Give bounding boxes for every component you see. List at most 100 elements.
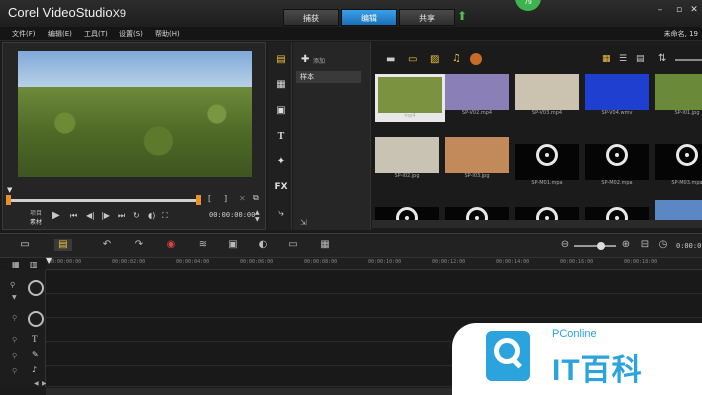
show-video-icon[interactable]: ▭ (408, 54, 417, 65)
menu-tools[interactable]: 工具(T) (84, 29, 108, 39)
tab-capture[interactable]: 捕获 (283, 9, 339, 26)
upload-arrow-icon[interactable]: ⬆ (456, 10, 468, 23)
media-icon[interactable]: ▤ (274, 53, 288, 66)
add-folder-icon[interactable]: ✚ (301, 54, 309, 65)
overlay-track[interactable] (46, 295, 702, 318)
folder-sample[interactable]: 样本 (296, 71, 361, 83)
timeline-ruler[interactable]: 00:00:00:00 00:00:02:00 00:00:04:00 00:00:0… (46, 258, 702, 270)
browse-icon[interactable]: ⇲ (300, 218, 307, 227)
playhead-icon[interactable]: ▼ (46, 256, 52, 265)
thumbnail-view-icon[interactable]: ▦ (602, 54, 611, 64)
library-item[interactable]: SP-M02.mpa (585, 137, 649, 186)
auto-music-icon[interactable]: ▣ (226, 239, 240, 251)
multi-camera-icon[interactable]: ▦ (318, 239, 332, 251)
audio-thumbnail (515, 207, 579, 220)
library-item[interactable]: SP-I02.jpg (375, 137, 439, 179)
more-icon[interactable] (470, 53, 482, 65)
template-icon[interactable]: ▣ (274, 104, 288, 117)
library-scrollbar[interactable] (372, 220, 702, 228)
import-folder-icon[interactable]: ▬ (386, 54, 395, 65)
instant-project-icon[interactable]: ▦ (274, 78, 288, 91)
fullscreen-icon[interactable]: ⛶ (162, 211, 168, 221)
storyboard-view-icon[interactable]: ▭ (18, 239, 32, 251)
timeline-view-icon[interactable]: ▤ (54, 239, 72, 251)
library-item[interactable] (445, 200, 509, 220)
filter-fx-icon[interactable]: FX (274, 181, 288, 194)
show-audio-icon[interactable]: ♫ (452, 53, 461, 64)
prev-frame-icon[interactable]: ◀| (86, 211, 95, 220)
path-icon[interactable]: ⤷ (274, 207, 288, 220)
timecode-display[interactable]: 00:00:00:00 (209, 211, 255, 219)
zoom-slider-thumb[interactable] (597, 242, 605, 250)
lock-icon[interactable]: ⚲ (12, 314, 17, 322)
mode-clip-label[interactable]: 素材 (30, 217, 42, 226)
library-item[interactable] (655, 200, 702, 220)
menu-file[interactable]: 文件(F) (12, 29, 36, 39)
menu-help[interactable]: 帮助(H) (155, 29, 180, 39)
play-icon[interactable]: ▶ (52, 210, 60, 221)
tab-share[interactable]: 共享 (399, 9, 455, 26)
library-item[interactable]: SP-I03.jpg (445, 137, 509, 179)
motion-icon[interactable]: ◐ (256, 239, 270, 251)
library-item[interactable] (375, 200, 439, 220)
library-item[interactable]: SP-V04.wmv (585, 74, 649, 116)
ripple-edit-icon[interactable]: ⚲ (10, 281, 15, 289)
library-item[interactable]: mp4 (375, 74, 445, 122)
library-item[interactable]: SP-M01.mpa (515, 137, 579, 186)
lock-icon[interactable]: ⚲ (12, 367, 17, 375)
clock-icon[interactable]: ◷ (656, 239, 670, 251)
library-item[interactable]: SP-I01.jpg (655, 74, 702, 116)
fit-project-icon[interactable]: ⊟ (638, 239, 652, 251)
menu-edit[interactable]: 编辑(E) (48, 29, 72, 39)
library-item[interactable]: SP-V02.mp4 (445, 74, 509, 116)
undo-icon[interactable]: ↶ (100, 239, 114, 251)
scroll-left-icon[interactable]: ◀ (34, 380, 39, 387)
zoom-in-icon[interactable]: ⊕ (619, 239, 633, 251)
redo-icon[interactable]: ↷ (132, 239, 146, 251)
library-item[interactable] (515, 200, 579, 220)
close-icon[interactable]: ✕ (689, 5, 699, 15)
volume-icon[interactable]: ◖) (148, 211, 155, 220)
repeat-icon[interactable]: ↻ (133, 211, 140, 220)
zoom-out-icon[interactable]: ⊖ (558, 239, 572, 251)
add-folder-label[interactable]: 添加 (313, 56, 325, 65)
library-item[interactable]: SP-M03.mpa (655, 137, 702, 186)
detail-view-icon[interactable]: ▤ (636, 54, 645, 64)
mark-out-button[interactable]: ] (224, 194, 227, 203)
copy-icon[interactable]: ⧉ (253, 193, 259, 203)
minimize-icon[interactable]: – (655, 5, 665, 15)
subtitle-icon[interactable]: ▭ (286, 239, 300, 251)
dropdown-icon[interactable]: ▼ (12, 294, 17, 301)
timecode-stepper[interactable]: ▲ ▼ (255, 209, 260, 223)
library-item[interactable]: SP-V03.mp4 (515, 74, 579, 116)
trim-end-handle[interactable] (196, 195, 201, 205)
tab-edit[interactable]: 编辑 (341, 9, 397, 26)
show-photo-icon[interactable]: ▨ (430, 54, 439, 65)
maximize-icon[interactable]: ▫ (674, 5, 684, 15)
menu-settings[interactable]: 设置(S) (119, 29, 143, 39)
lock-icon[interactable]: ⚲ (12, 352, 17, 360)
video-preview[interactable] (18, 51, 252, 177)
scrubber-track[interactable] (8, 199, 200, 202)
graphics-icon[interactable]: ✦ (274, 155, 288, 168)
home-icon[interactable]: ⏮ (70, 211, 77, 221)
split-clip-icon[interactable]: ✕ (239, 194, 246, 203)
zoom-slider[interactable] (574, 245, 616, 247)
mark-in-button[interactable]: [ (208, 194, 211, 203)
list-view-icon[interactable]: ☰ (619, 54, 627, 64)
track-manager-icon[interactable]: ▦ (12, 260, 20, 269)
sound-mixer-icon[interactable]: ≋ (196, 239, 210, 251)
thumb-size-slider[interactable] (675, 59, 702, 61)
end-icon[interactable]: ⏭ (118, 211, 125, 221)
chapter-icon[interactable]: ▥ (30, 260, 38, 269)
library-item[interactable] (585, 200, 649, 220)
mark-in-icon[interactable]: ▼ (7, 186, 12, 194)
trim-start-handle[interactable] (6, 195, 11, 205)
sort-icon[interactable]: ⇅ (658, 53, 666, 64)
mode-project-label[interactable]: 项目 (30, 208, 42, 217)
lock-icon[interactable]: ⚲ (12, 336, 17, 344)
record-icon[interactable]: ◉ (164, 239, 178, 251)
next-frame-icon[interactable]: |▶ (101, 211, 110, 220)
video-track[interactable] (46, 271, 702, 294)
title-icon[interactable]: T (274, 130, 288, 143)
